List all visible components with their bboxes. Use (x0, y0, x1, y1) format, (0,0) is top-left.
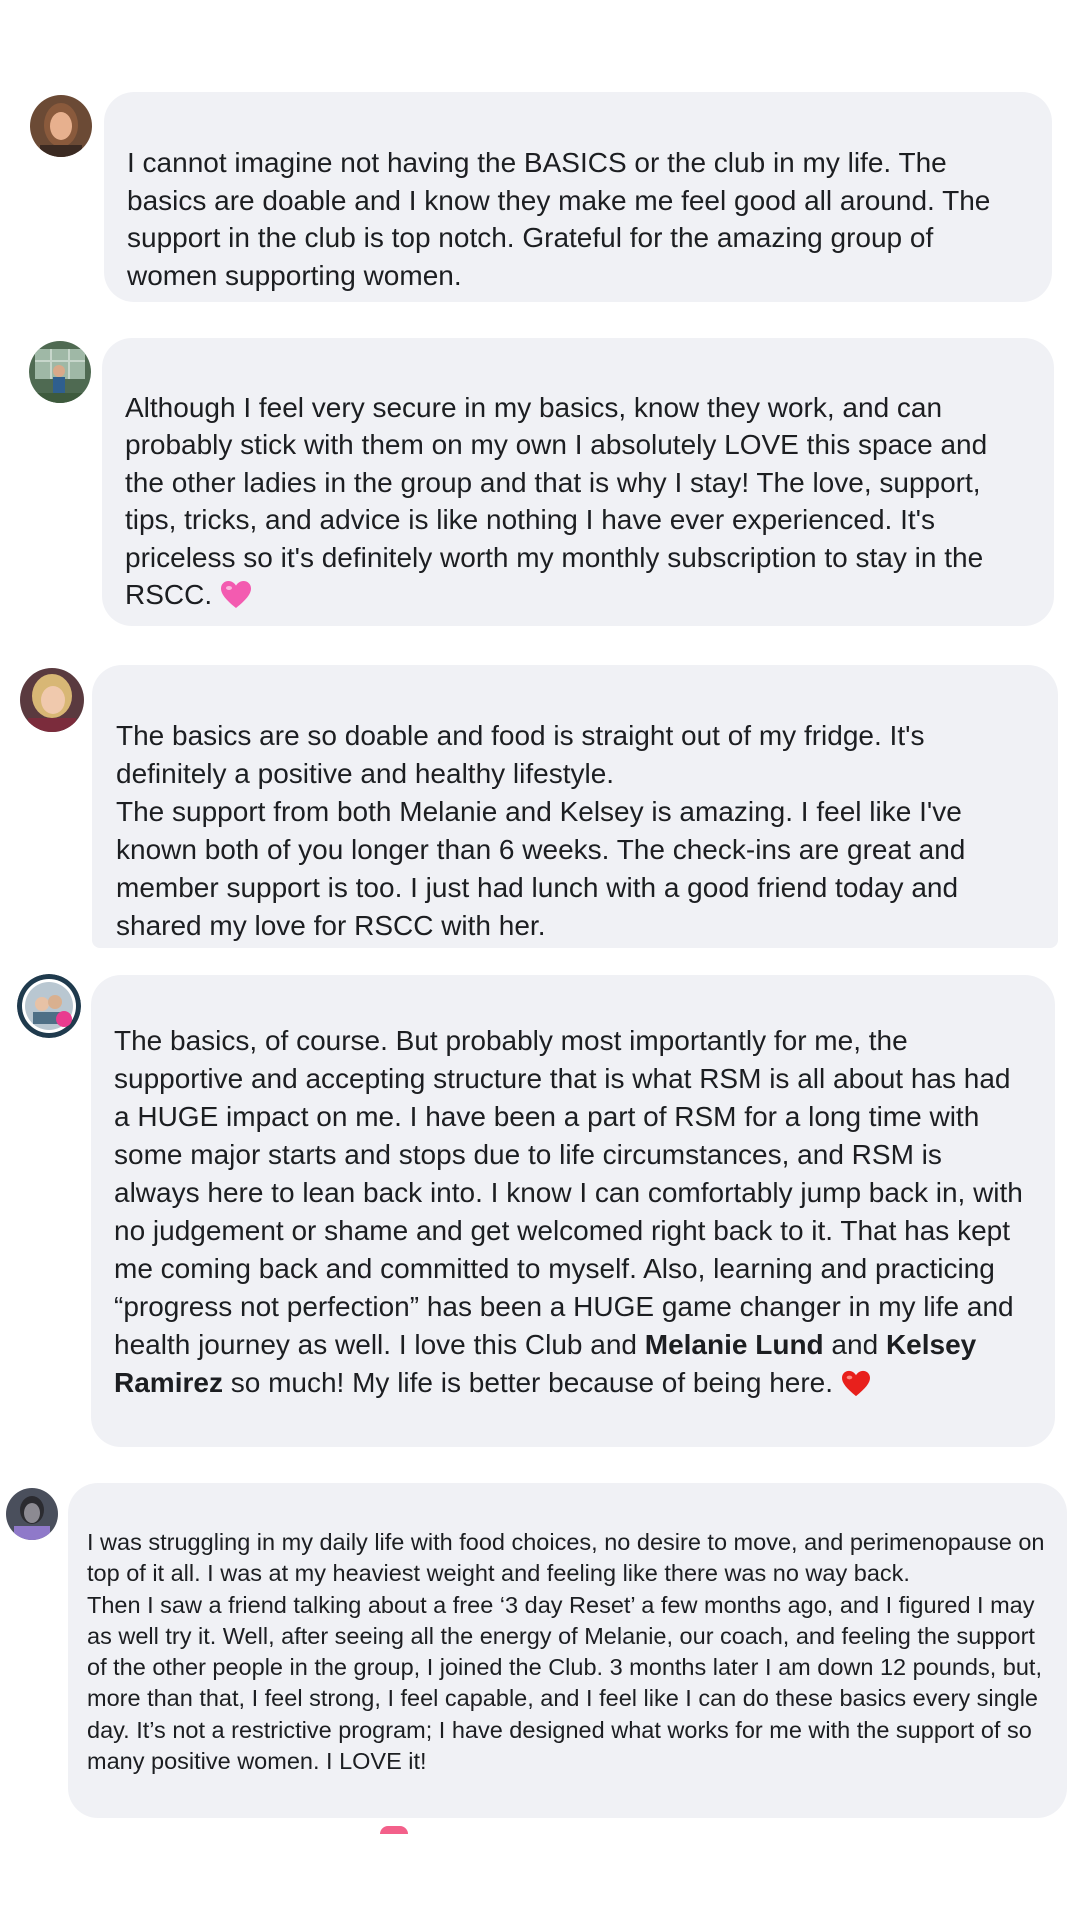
comment-text-body: The basics, of course. But probably most… (114, 1025, 1023, 1360)
comment-bubble: I cannot imagine not having the BASICS o… (104, 92, 1052, 302)
comment-text: The basics, of course. But probably most… (114, 1022, 1033, 1408)
comment-bubble: Although I feel very secure in my basics… (102, 338, 1054, 626)
mention-melanie-lund[interactable]: Melanie Lund (645, 1329, 824, 1360)
comment-text: I was struggling in my daily life with f… (87, 1529, 1045, 1775)
avatar[interactable] (6, 1488, 58, 1540)
comment-text-body: Although I feel very secure in my basics… (125, 392, 988, 611)
comment-bubble: The basics, of course. But probably most… (91, 975, 1055, 1447)
avatar[interactable] (20, 668, 84, 732)
avatar[interactable] (30, 95, 92, 157)
avatar[interactable] (29, 341, 91, 403)
comment-bubble: The basics are so doable and food is str… (92, 665, 1058, 948)
comment-text: The basics are so doable and food is str… (116, 720, 966, 941)
comment-text: I cannot imagine not having the BASICS o… (127, 147, 991, 291)
comment-text: Although I feel very secure in my basics… (125, 389, 1030, 619)
pink-heart-icon (220, 580, 252, 619)
comment-text-connector: and (823, 1329, 886, 1360)
red-heart-icon (841, 1370, 871, 1408)
comment-text-ending: so much! My life is better because of be… (222, 1367, 834, 1398)
reaction-icon (380, 1826, 408, 1834)
avatar[interactable] (17, 974, 81, 1038)
comment-bubble: I was struggling in my daily life with f… (68, 1483, 1067, 1818)
